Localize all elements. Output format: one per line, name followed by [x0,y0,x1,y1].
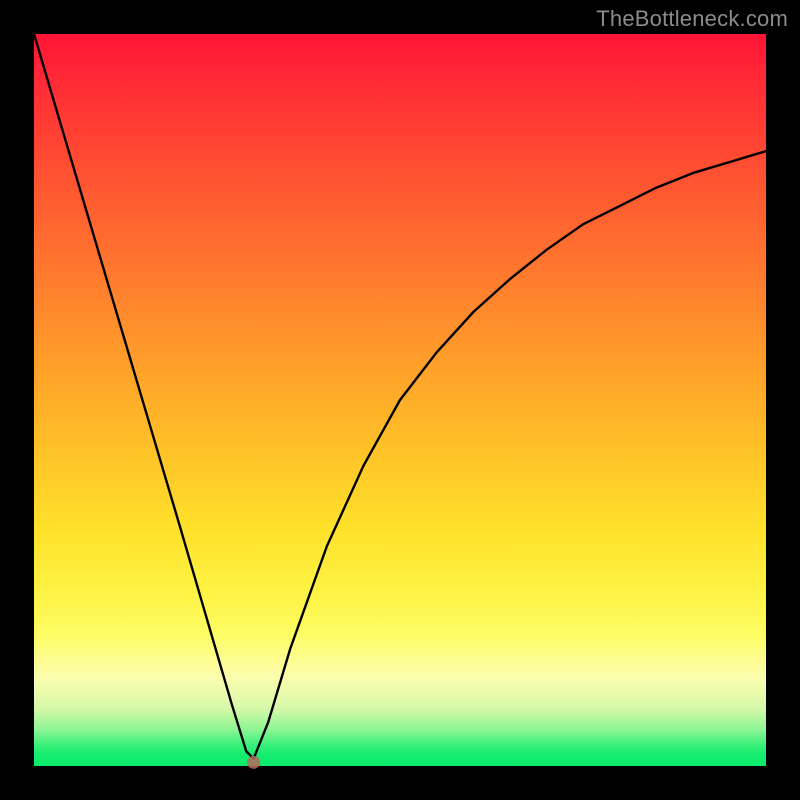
optimal-point-marker [247,756,260,769]
chart-frame: TheBottleneck.com [0,0,800,800]
bottleneck-curve [34,34,766,759]
plot-area [34,34,766,766]
curve-layer [34,34,766,766]
watermark-text: TheBottleneck.com [596,6,788,32]
